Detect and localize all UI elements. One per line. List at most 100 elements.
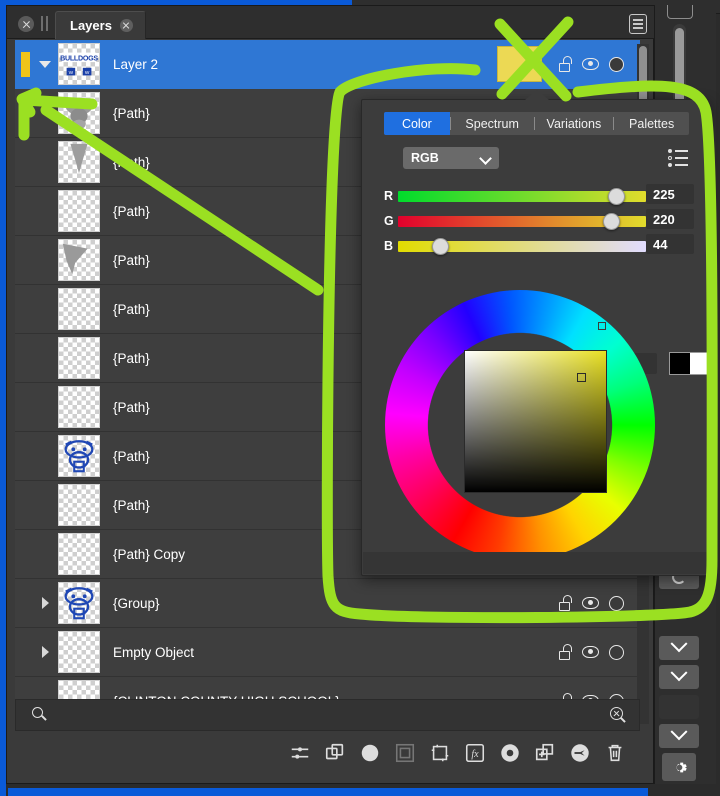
channel-knob[interactable] [608,187,626,205]
channel-track[interactable] [398,212,646,230]
collapse-icon[interactable] [667,5,693,19]
layer-name: {Path} [113,301,150,317]
panel-close-icon[interactable] [18,16,34,32]
eye-icon[interactable] [582,646,599,658]
erase-icon[interactable] [569,742,591,764]
color-tab-label: Palettes [629,116,675,131]
channel-label: G [384,214,394,228]
chevron-down-icon [670,635,688,653]
channel-slider-g[interactable]: G 220 [384,209,694,230]
channel-slider-r[interactable]: R 225 [384,184,694,205]
background-swatch[interactable] [690,352,710,374]
hue-marker[interactable] [598,322,606,330]
layer-thumbnail[interactable] [58,92,100,134]
channel-knob[interactable] [432,237,450,255]
lock-open-icon[interactable] [557,595,572,611]
layer-thumbnail[interactable] [58,484,100,526]
chevron-down-button-1[interactable] [659,635,699,660]
panel-menu-icon[interactable] [629,14,647,34]
svg-text:W: W [85,70,90,76]
saturation-value-marker[interactable] [577,373,586,382]
layer-search-bar[interactable] [15,699,640,731]
layer-thumbnail[interactable] [58,582,100,624]
layer-name: Empty Object [113,644,195,660]
layer-name: {Path} [113,105,150,121]
opacity-circle-icon[interactable] [609,595,624,611]
gear-icon [675,762,687,772]
color-wheel-area[interactable] [380,290,690,560]
layer-thumbnail[interactable] [58,239,100,281]
saturation-value-square[interactable] [464,350,607,493]
layer-thumbnail[interactable] [58,435,100,477]
layer-thumbnail[interactable] [58,631,100,673]
channel-value[interactable]: 44 [646,234,694,254]
layer-name: {Group} [113,595,160,611]
layer-row[interactable]: Empty Object [15,628,640,677]
eye-icon[interactable] [582,58,599,70]
layer-name: {Path} [113,448,150,464]
adjustment-icon[interactable] [289,742,311,764]
tab-layers-close-icon[interactable] [119,19,133,32]
layers-bottom-toolbar[interactable]: fx [15,731,640,775]
channel-track[interactable] [398,187,646,205]
color-picker-panel: Color Spectrum Variations Palettes RGB R 225… [361,99,711,576]
layer-name: {Path} [113,203,150,219]
channel-value[interactable]: 220 [646,209,694,229]
channel-label: R [384,189,394,203]
duplicate-layer-icon[interactable] [324,742,346,764]
mask-icon[interactable] [359,742,381,764]
opacity-circle-icon[interactable] [609,56,624,72]
channel-value[interactable]: 225 [646,184,694,204]
search-clear-icon[interactable] [610,707,627,724]
disclosure-triangle-icon[interactable] [37,597,53,609]
tab-layers[interactable]: Layers [55,11,146,39]
layer-thumbnail[interactable] [58,533,100,575]
lock-open-icon[interactable] [557,56,572,72]
list-options-icon[interactable] [666,145,690,169]
channel-track[interactable] [398,237,646,255]
color-tab-spectrum[interactable]: Spectrum [451,112,534,135]
layer-thumbnail[interactable] [58,141,100,183]
layer-row[interactable]: BULLDOGS W W Layer 2 [15,40,640,89]
color-model-select[interactable]: RGB [403,147,499,169]
layer-color-swatch[interactable] [497,46,542,82]
snapshot-icon[interactable] [499,742,521,764]
chevron-down-icon [670,664,688,682]
layer-thumbnail[interactable] [58,386,100,428]
layer-thumbnail[interactable] [58,288,100,330]
crop-frame-icon[interactable] [429,742,451,764]
chevron-down-icon [670,723,688,741]
layer-name: {Path} Copy [113,546,186,562]
color-panel-tabs[interactable]: Color Spectrum Variations Palettes [384,112,689,135]
chevron-down-button-2[interactable] [659,664,699,689]
color-tab-variations[interactable]: Variations [535,112,614,135]
chevron-down-icon [479,152,492,165]
blank-button[interactable] [659,695,699,719]
layer-name: {Path} [113,252,150,268]
color-tab-palettes[interactable]: Palettes [614,112,689,135]
layer-thumbnail[interactable] [58,190,100,232]
lock-open-icon[interactable] [557,644,572,660]
trash-icon[interactable] [604,742,626,764]
disclosure-triangle-icon[interactable] [37,646,53,658]
nested-frame-icon[interactable] [394,742,416,764]
add-layer-icon[interactable] [534,742,556,764]
channel-slider-b[interactable]: B 44 [384,234,694,255]
fx-icon[interactable]: fx [464,742,486,764]
panel-drag-handle[interactable] [40,16,50,31]
selection-marker [21,52,30,77]
layer-thumbnail[interactable]: BULLDOGS W W [58,43,100,85]
channel-knob[interactable] [603,212,621,230]
disclosure-triangle-icon[interactable] [37,61,53,68]
layer-thumbnail[interactable] [58,337,100,379]
layer-row[interactable]: {Group} [15,579,640,628]
color-tab-color[interactable]: Color [384,112,450,135]
settings-button[interactable] [662,753,696,781]
layer-row-icons [557,644,624,660]
eye-icon[interactable] [582,597,599,609]
chevron-down-button-3[interactable] [659,723,699,748]
color-model-value: RGB [411,151,439,165]
screenshot-root: Info Layers BULLDOGSWWLayer 2{Path}{Path… [0,0,720,796]
svg-text:W: W [69,70,74,76]
opacity-circle-icon[interactable] [609,644,624,660]
